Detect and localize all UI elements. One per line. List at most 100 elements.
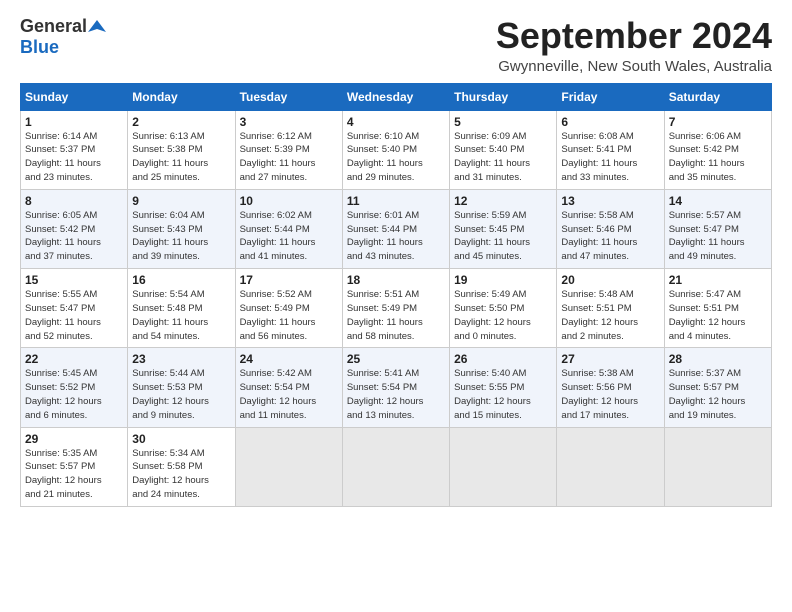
table-row: 26 Sunrise: 5:40 AM Sunset: 5:55 PM Dayli…: [450, 348, 557, 427]
day-info: Sunrise: 5:37 AM Sunset: 5:57 PM Dayligh…: [669, 368, 746, 420]
day-number: 25: [347, 352, 445, 366]
day-info: Sunrise: 5:48 AM Sunset: 5:51 PM Dayligh…: [561, 289, 638, 341]
day-info: Sunrise: 5:45 AM Sunset: 5:52 PM Dayligh…: [25, 368, 102, 420]
day-number: 22: [25, 352, 123, 366]
table-row: 3Sunrise: 6:12 AM Sunset: 5:39 PM Daylig…: [235, 110, 342, 189]
day-number: 17: [240, 273, 338, 287]
day-number: 28: [669, 352, 767, 366]
day-info: Sunrise: 6:14 AM Sunset: 5:37 PM Dayligh…: [25, 131, 101, 183]
day-info: Sunrise: 5:44 AM Sunset: 5:53 PM Dayligh…: [132, 368, 209, 420]
day-number: 21: [669, 273, 767, 287]
day-info: Sunrise: 5:41 AM Sunset: 5:54 PM Dayligh…: [347, 368, 424, 420]
day-info: Sunrise: 5:34 AM Sunset: 5:58 PM Dayligh…: [132, 448, 209, 500]
day-info: Sunrise: 5:55 AM Sunset: 5:47 PM Dayligh…: [25, 289, 101, 341]
table-row: 14Sunrise: 5:57 AM Sunset: 5:47 PM Dayli…: [664, 189, 771, 268]
day-number: 5: [454, 115, 552, 129]
table-row: 21 Sunrise: 5:47 AM Sunset: 5:51 PM Dayli…: [664, 269, 771, 348]
col-saturday: Saturday: [664, 83, 771, 110]
table-row: 27Sunrise: 5:38 AM Sunset: 5:56 PM Dayli…: [557, 348, 664, 427]
day-info: Sunrise: 5:42 AM Sunset: 5:54 PM Dayligh…: [240, 368, 317, 420]
day-info: Sunrise: 6:05 AM Sunset: 5:42 PM Dayligh…: [25, 210, 101, 262]
table-row: [450, 427, 557, 506]
logo-general: General: [20, 16, 87, 37]
month-title: September 2024: [496, 16, 772, 56]
table-row: 13 Sunrise: 5:58 AM Sunset: 5:46 PM Dayli…: [557, 189, 664, 268]
table-row: 15 Sunrise: 5:55 AM Sunset: 5:47 PM Dayli…: [21, 269, 128, 348]
table-row: 7Sunrise: 6:06 AM Sunset: 5:42 PM Daylig…: [664, 110, 771, 189]
table-row: 20 Sunrise: 5:48 AM Sunset: 5:51 PM Dayli…: [557, 269, 664, 348]
table-row: [664, 427, 771, 506]
table-row: 10 Sunrise: 6:02 AM Sunset: 5:44 PM Dayli…: [235, 189, 342, 268]
day-info: Sunrise: 6:10 AM Sunset: 5:40 PM Dayligh…: [347, 131, 423, 183]
day-info: Sunrise: 5:51 AM Sunset: 5:49 PM Dayligh…: [347, 289, 423, 341]
day-number: 13: [561, 194, 659, 208]
table-row: 17Sunrise: 5:52 AM Sunset: 5:49 PM Dayli…: [235, 269, 342, 348]
table-row: 8 Sunrise: 6:05 AM Sunset: 5:42 PM Daylig…: [21, 189, 128, 268]
day-number: 24: [240, 352, 338, 366]
col-tuesday: Tuesday: [235, 83, 342, 110]
calendar-week-row: 29Sunrise: 5:35 AM Sunset: 5:57 PM Dayli…: [21, 427, 772, 506]
day-number: 16: [132, 273, 230, 287]
col-sunday: Sunday: [21, 83, 128, 110]
calendar-week-row: 15 Sunrise: 5:55 AM Sunset: 5:47 PM Dayli…: [21, 269, 772, 348]
day-number: 4: [347, 115, 445, 129]
day-number: 30: [132, 432, 230, 446]
table-row: 4 Sunrise: 6:10 AM Sunset: 5:40 PM Daylig…: [342, 110, 449, 189]
table-row: [557, 427, 664, 506]
calendar-week-row: 22 Sunrise: 5:45 AM Sunset: 5:52 PM Dayli…: [21, 348, 772, 427]
day-number: 8: [25, 194, 123, 208]
table-row: 12 Sunrise: 5:59 AM Sunset: 5:45 PM Dayli…: [450, 189, 557, 268]
day-number: 2: [132, 115, 230, 129]
table-row: 28 Sunrise: 5:37 AM Sunset: 5:57 PM Dayli…: [664, 348, 771, 427]
table-row: 23 Sunrise: 5:44 AM Sunset: 5:53 PM Dayli…: [128, 348, 235, 427]
table-row: 1Sunrise: 6:14 AM Sunset: 5:37 PM Daylig…: [21, 110, 128, 189]
day-number: 15: [25, 273, 123, 287]
page-header: General Blue September 2024 Gwynneville,…: [20, 16, 772, 75]
title-block: September 2024 Gwynneville, New South Wa…: [496, 16, 772, 75]
logo: General Blue: [20, 16, 106, 58]
col-monday: Monday: [128, 83, 235, 110]
day-number: 26: [454, 352, 552, 366]
calendar-week-row: 8 Sunrise: 6:05 AM Sunset: 5:42 PM Daylig…: [21, 189, 772, 268]
day-info: Sunrise: 5:47 AM Sunset: 5:51 PM Dayligh…: [669, 289, 746, 341]
day-info: Sunrise: 5:54 AM Sunset: 5:48 PM Dayligh…: [132, 289, 208, 341]
calendar-header-row: Sunday Monday Tuesday Wednesday Thursday…: [21, 83, 772, 110]
day-number: 20: [561, 273, 659, 287]
day-number: 23: [132, 352, 230, 366]
day-info: Sunrise: 6:02 AM Sunset: 5:44 PM Dayligh…: [240, 210, 316, 262]
table-row: 19 Sunrise: 5:49 AM Sunset: 5:50 PM Dayli…: [450, 269, 557, 348]
table-row: 24 Sunrise: 5:42 AM Sunset: 5:54 PM Dayli…: [235, 348, 342, 427]
table-row: 5 Sunrise: 6:09 AM Sunset: 5:40 PM Daylig…: [450, 110, 557, 189]
table-row: 18 Sunrise: 5:51 AM Sunset: 5:49 PM Dayli…: [342, 269, 449, 348]
day-info: Sunrise: 6:04 AM Sunset: 5:43 PM Dayligh…: [132, 210, 208, 262]
day-number: 9: [132, 194, 230, 208]
logo-bird-icon: [88, 18, 106, 36]
day-info: Sunrise: 5:38 AM Sunset: 5:56 PM Dayligh…: [561, 368, 638, 420]
day-info: Sunrise: 6:09 AM Sunset: 5:40 PM Dayligh…: [454, 131, 530, 183]
day-number: 11: [347, 194, 445, 208]
day-info: Sunrise: 6:01 AM Sunset: 5:44 PM Dayligh…: [347, 210, 423, 262]
col-wednesday: Wednesday: [342, 83, 449, 110]
col-friday: Friday: [557, 83, 664, 110]
table-row: 30 Sunrise: 5:34 AM Sunset: 5:58 PM Dayli…: [128, 427, 235, 506]
table-row: 11 Sunrise: 6:01 AM Sunset: 5:44 PM Dayli…: [342, 189, 449, 268]
day-info: Sunrise: 5:57 AM Sunset: 5:47 PM Dayligh…: [669, 210, 745, 262]
day-number: 12: [454, 194, 552, 208]
day-info: Sunrise: 5:35 AM Sunset: 5:57 PM Dayligh…: [25, 448, 102, 500]
day-number: 18: [347, 273, 445, 287]
day-number: 6: [561, 115, 659, 129]
day-number: 10: [240, 194, 338, 208]
table-row: 25 Sunrise: 5:41 AM Sunset: 5:54 PM Dayli…: [342, 348, 449, 427]
day-info: Sunrise: 5:49 AM Sunset: 5:50 PM Dayligh…: [454, 289, 531, 341]
day-info: Sunrise: 5:59 AM Sunset: 5:45 PM Dayligh…: [454, 210, 530, 262]
day-info: Sunrise: 5:58 AM Sunset: 5:46 PM Dayligh…: [561, 210, 637, 262]
day-info: Sunrise: 6:06 AM Sunset: 5:42 PM Dayligh…: [669, 131, 745, 183]
day-number: 19: [454, 273, 552, 287]
table-row: 6Sunrise: 6:08 AM Sunset: 5:41 PM Daylig…: [557, 110, 664, 189]
day-info: Sunrise: 6:12 AM Sunset: 5:39 PM Dayligh…: [240, 131, 316, 183]
location: Gwynneville, New South Wales, Australia: [496, 58, 772, 75]
table-row: 29Sunrise: 5:35 AM Sunset: 5:57 PM Dayli…: [21, 427, 128, 506]
day-info: Sunrise: 5:40 AM Sunset: 5:55 PM Dayligh…: [454, 368, 531, 420]
table-row: 22 Sunrise: 5:45 AM Sunset: 5:52 PM Dayli…: [21, 348, 128, 427]
table-row: 2Sunrise: 6:13 AM Sunset: 5:38 PM Daylig…: [128, 110, 235, 189]
